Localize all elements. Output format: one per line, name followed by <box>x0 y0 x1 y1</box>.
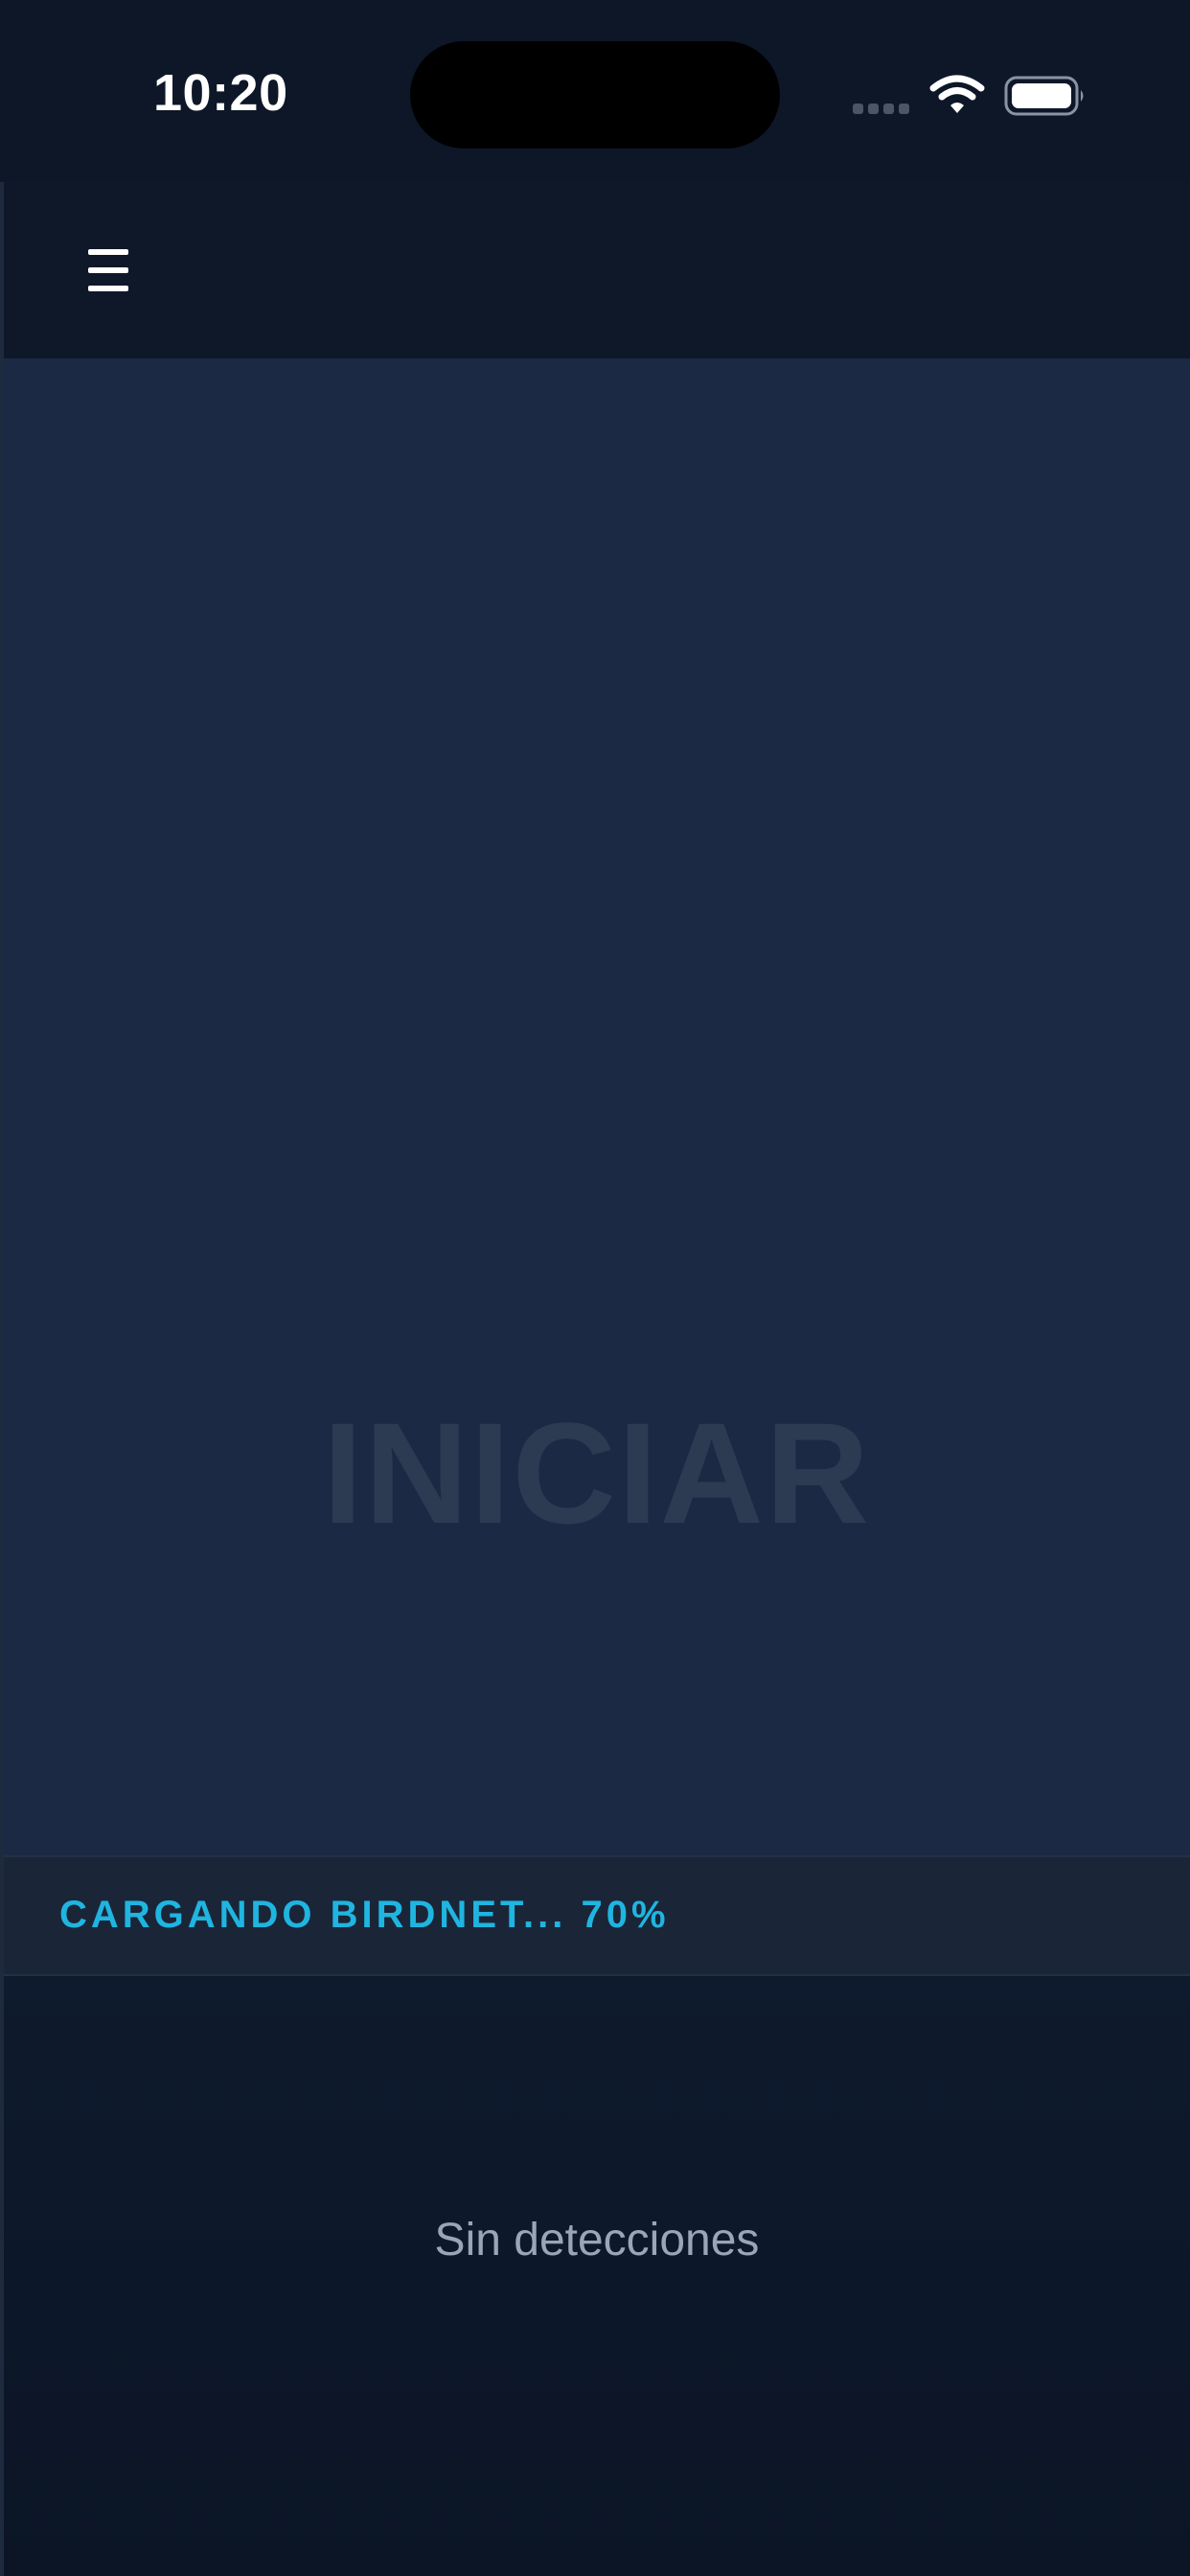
status-bar: 10:20 <box>0 0 1190 182</box>
status-time: 10:20 <box>153 64 288 122</box>
dynamic-island <box>410 41 780 149</box>
app-header <box>4 182 1190 358</box>
battery-icon <box>1004 76 1084 116</box>
hamburger-menu-icon[interactable] <box>77 245 138 299</box>
empty-detections-message: Sin detecciones <box>434 2215 760 2266</box>
loading-status-text: CARGANDO BIRDNET... 70% <box>59 1894 670 1936</box>
loading-status-bar: CARGANDO BIRDNET... 70% <box>4 1855 1190 1976</box>
detections-list: Sin detecciones <box>4 1976 1190 2576</box>
start-button-label: INICIAR <box>322 1392 872 1553</box>
app-screen: 10:20 INICIAR CARGANDO BIRDNET... 70% Si… <box>0 0 1190 2576</box>
wifi-icon <box>929 75 985 113</box>
start-button[interactable]: INICIAR <box>4 358 1190 1855</box>
signal-icon <box>853 104 912 115</box>
